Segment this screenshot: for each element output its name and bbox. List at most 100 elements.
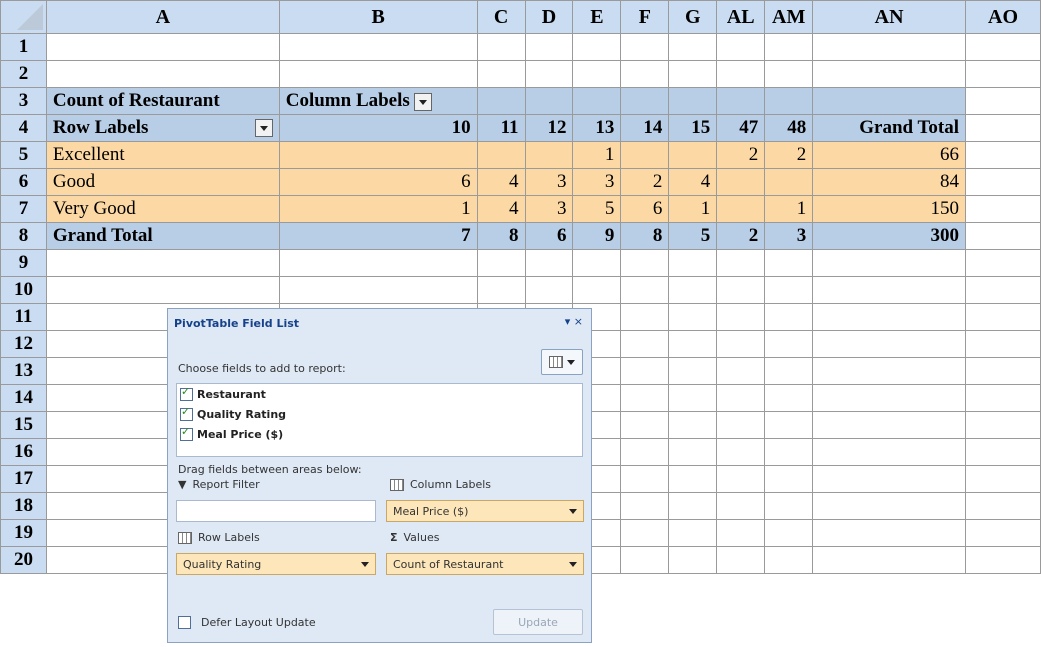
row-header[interactable]: 13 [0, 357, 47, 385]
pivot-header-value[interactable]: 14 [620, 114, 670, 142]
row-header[interactable]: 18 [0, 492, 47, 520]
pivot-grand-total-value[interactable]: 8 [620, 222, 670, 250]
pivot-header-value[interactable]: 12 [524, 114, 574, 142]
row-labels-filter-button[interactable] [254, 119, 273, 137]
field-item-meal-price[interactable]: Meal Price ($) [177, 424, 582, 444]
pivot-value-cell[interactable]: 4 [668, 168, 718, 196]
pivot-row-labels-cell[interactable]: Row Labels [45, 114, 280, 142]
defer-checkbox[interactable] [178, 616, 191, 629]
pivot-field-list-panel[interactable]: PivotTable Field List ▾ × Choose fields … [167, 308, 592, 643]
row-header[interactable]: 1 [0, 33, 47, 61]
pivot-value-cell[interactable] [620, 141, 670, 169]
pivot-row-label[interactable]: Excellent [45, 141, 280, 169]
row-header[interactable]: 20 [0, 546, 47, 574]
row-header[interactable]: 6 [0, 168, 47, 196]
column-header-c[interactable]: C [476, 0, 526, 34]
pivot-grand-total-value[interactable]: 9 [572, 222, 622, 250]
row-header[interactable]: 5 [0, 141, 47, 169]
row-header[interactable]: 17 [0, 465, 47, 493]
pivot-count-label[interactable]: Count of Restaurant [45, 87, 280, 115]
pivot-value-cell[interactable]: 3 [524, 168, 574, 196]
pivot-header-value[interactable]: 48 [764, 114, 814, 142]
column-labels-filter-button[interactable] [413, 92, 432, 111]
pivot-grand-total-header[interactable]: Grand Total [812, 114, 967, 142]
column-header-f[interactable]: F [620, 0, 670, 34]
pivot-value-cell[interactable]: 3 [524, 195, 574, 223]
pivot-grand-total-value[interactable]: 8 [476, 222, 526, 250]
pivot-value-cell[interactable] [716, 168, 766, 196]
pivot-grand-total-value[interactable]: 3 [764, 222, 814, 250]
pivot-value-cell[interactable]: 1 [764, 195, 814, 223]
row-header[interactable]: 19 [0, 519, 47, 547]
pivot-value-cell[interactable]: 2 [716, 141, 766, 169]
pivot-grand-total-value[interactable]: 2 [716, 222, 766, 250]
pivot-header-value[interactable]: 10 [278, 114, 478, 142]
pivot-row-label[interactable]: Very Good [45, 195, 280, 223]
defer-layout-update[interactable]: Defer Layout Update [178, 616, 316, 629]
column-header-g[interactable]: G [668, 0, 718, 34]
field-item-quality-rating[interactable]: Quality Rating [177, 404, 582, 424]
values-field-button[interactable]: Count of Restaurant [386, 553, 584, 575]
pivot-value-cell[interactable] [524, 141, 574, 169]
pivot-value-cell[interactable] [716, 195, 766, 223]
pivot-value-cell[interactable]: 1 [668, 195, 718, 223]
row-header[interactable]: 14 [0, 384, 47, 412]
row-header[interactable]: 9 [0, 249, 47, 277]
pivot-value-cell[interactable] [668, 141, 718, 169]
pivot-value-cell[interactable] [278, 141, 478, 169]
column-header-e[interactable]: E [572, 0, 622, 34]
column-header-am[interactable]: AM [764, 0, 814, 34]
pivot-value-cell[interactable]: 4 [476, 195, 526, 223]
pivot-value-cell[interactable]: 4 [476, 168, 526, 196]
pivot-value-cell[interactable]: 6 [620, 195, 670, 223]
pivot-grand-total-value[interactable]: 6 [524, 222, 574, 250]
row-labels-field-button[interactable]: Quality Rating [176, 553, 376, 575]
pivot-grand-total-value[interactable]: 7 [278, 222, 478, 250]
pivot-value-cell[interactable]: 2 [620, 168, 670, 196]
column-header-a[interactable]: A [45, 0, 280, 34]
pivot-value-cell[interactable]: 6 [278, 168, 478, 196]
row-header[interactable]: 16 [0, 438, 47, 466]
pivot-value-cell[interactable]: 1 [278, 195, 478, 223]
checkbox[interactable] [180, 385, 193, 401]
pivot-value-cell[interactable]: 3 [572, 168, 622, 196]
pivot-header-value[interactable]: 15 [668, 114, 718, 142]
row-header[interactable]: 11 [0, 303, 47, 331]
row-header[interactable]: 15 [0, 411, 47, 439]
pivot-value-cell[interactable]: 2 [764, 141, 814, 169]
field-list-layout-button[interactable] [541, 349, 583, 375]
pivot-grand-total-sum[interactable]: 300 [812, 222, 967, 250]
row-header[interactable]: 7 [0, 195, 47, 223]
pivot-value-cell[interactable]: 1 [572, 141, 622, 169]
report-filter-dropzone[interactable] [176, 500, 376, 522]
select-all-corner[interactable] [0, 0, 47, 34]
pivot-header-value[interactable]: 11 [476, 114, 526, 142]
column-header-b[interactable]: B [278, 0, 478, 34]
row-header[interactable]: 2 [0, 60, 47, 88]
column-header-ao[interactable]: AO [965, 0, 1041, 34]
pivot-value-cell[interactable] [476, 141, 526, 169]
column-header-d[interactable]: D [524, 0, 574, 34]
pivot-header-value[interactable]: 13 [572, 114, 622, 142]
pivot-grand-total-label[interactable]: Grand Total [45, 222, 280, 250]
panel-close-controls[interactable]: ▾ × [565, 315, 583, 328]
row-header[interactable]: 8 [0, 222, 47, 250]
column-labels-field-button[interactable]: Meal Price ($) [386, 500, 584, 522]
pivot-row-total[interactable]: 150 [812, 195, 967, 223]
pivot-row-total[interactable]: 66 [812, 141, 967, 169]
column-header-an[interactable]: AN [812, 0, 967, 34]
pivot-grand-total-value[interactable]: 5 [668, 222, 718, 250]
pivot-value-cell[interactable] [764, 168, 814, 196]
row-header[interactable]: 4 [0, 114, 47, 142]
checkbox[interactable] [180, 405, 193, 421]
checkbox[interactable] [180, 425, 193, 441]
pivot-column-labels-cell[interactable]: Column Labels [278, 87, 478, 115]
row-header[interactable]: 10 [0, 276, 47, 304]
field-item-restaurant[interactable]: Restaurant [177, 384, 582, 404]
pivot-row-label[interactable]: Good [45, 168, 280, 196]
column-header-al[interactable]: AL [716, 0, 766, 34]
pivot-value-cell[interactable]: 5 [572, 195, 622, 223]
pivot-header-value[interactable]: 47 [716, 114, 766, 142]
row-header[interactable]: 3 [0, 87, 47, 115]
row-header[interactable]: 12 [0, 330, 47, 358]
